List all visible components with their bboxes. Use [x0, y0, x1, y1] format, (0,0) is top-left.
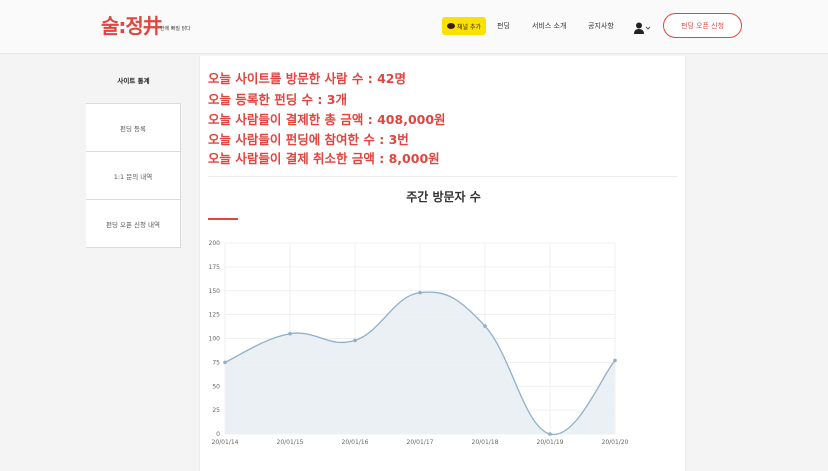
brand-logo[interactable]: 술:정井: [101, 10, 163, 39]
data-point: [483, 324, 487, 328]
x-tick-label: 20/01/20: [602, 439, 629, 446]
data-point: [418, 290, 422, 295]
weekly-visitors-chart: 0 25 50 75 100 125 150 175 200 20/01/14 20/01/15 20…: [209, 240, 629, 446]
x-tick-label: 20/01/19: [537, 439, 564, 446]
kakao-channel-label: 채널 추가: [457, 23, 481, 31]
funding-open-request-button[interactable]: 펀딩 오픈 신청: [663, 13, 742, 38]
y-tick-label: 25: [212, 407, 220, 414]
y-tick-label: 175: [209, 264, 221, 271]
user-menu-button[interactable]: [634, 19, 651, 34]
x-tick-label: 20/01/15: [277, 439, 304, 446]
x-tick-label: 20/01/14: [212, 439, 239, 446]
sidebar-item-inquiries[interactable]: 1:1 문의 내역: [86, 152, 181, 200]
sidebar-item-funding-register[interactable]: 펀딩 등록: [86, 104, 181, 152]
data-point: [288, 331, 292, 336]
area-fill: [225, 292, 615, 435]
main-content: 오늘 사이트를 방문한 사람 수 : 42명 오늘 등록한 펀딩 수 : 3개 …: [199, 56, 686, 471]
stat-cancel-amount: 오늘 사람들이 결제 취소한 금액 : 8,000원: [208, 151, 440, 166]
y-tick-label: 100: [209, 336, 221, 343]
stat-visitors: 오늘 사이트를 방문한 사람 수 : 42명: [208, 71, 407, 86]
x-tick-label: 20/01/17: [407, 439, 434, 446]
divider: [208, 176, 678, 177]
sidebar-item-site-stats[interactable]: 사이트 통계: [86, 56, 181, 104]
top-header: 술:정井 안에 빠질 닭다 채널 추가 펀딩 서비스 소개 공지사항 펀딩 오픈…: [0, 0, 828, 54]
y-tick-label: 125: [209, 312, 221, 319]
chat-bubble-icon: [447, 23, 455, 29]
x-tick-label: 20/01/16: [342, 439, 369, 446]
x-tick-label: 20/01/18: [472, 439, 499, 446]
nav-notice[interactable]: 공지사항: [588, 21, 614, 31]
sidebar-item-open-requests[interactable]: 펀딩 오픈 신청 내역: [86, 200, 181, 248]
y-tick-label: 50: [212, 383, 220, 390]
data-point: [548, 432, 552, 436]
data-point: [223, 360, 227, 365]
kakao-channel-button[interactable]: 채널 추가: [442, 17, 486, 35]
y-tick-label: 150: [209, 288, 221, 295]
user-icon: [634, 22, 651, 34]
data-point: [353, 338, 357, 343]
y-tick-label: 75: [212, 359, 220, 366]
title-accent-line: [208, 218, 238, 220]
data-point: [613, 358, 617, 363]
y-tick-label: 200: [209, 240, 221, 247]
nav-funding[interactable]: 펀딩: [497, 21, 510, 31]
stat-participations: 오늘 사람들이 펀딩에 참여한 수 : 3번: [208, 132, 409, 147]
stat-payment-total: 오늘 사람들이 결제한 총 금액 : 408,000원: [208, 112, 446, 127]
brand-tagline: 안에 빠질 닭다: [160, 26, 191, 32]
stat-registered-fundings: 오늘 등록한 펀딩 수 : 3개: [208, 92, 347, 107]
nav-service-intro[interactable]: 서비스 소개: [532, 21, 566, 31]
chart-title: 주간 방문자 수: [406, 190, 481, 204]
y-tick-label: 0: [216, 431, 220, 438]
sidebar: 사이트 통계 펀딩 등록 1:1 문의 내역 펀딩 오픈 신청 내역: [86, 56, 181, 248]
